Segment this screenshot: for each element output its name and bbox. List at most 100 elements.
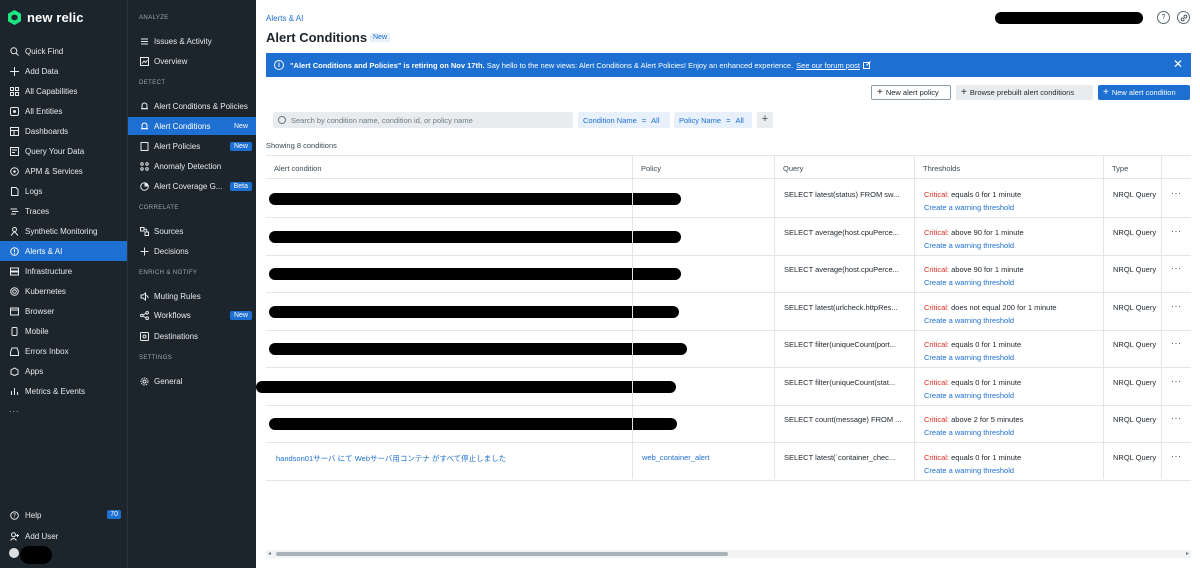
nav-item-dashboards[interactable]: Dashboards xyxy=(0,121,127,141)
query-text: SELECT average(host.cpuPerce... xyxy=(784,265,899,274)
table-row[interactable]: SELECT average(host.cpuPerce... Critical:… xyxy=(266,218,1191,256)
create-warning-threshold-link[interactable]: Create a warning threshold xyxy=(924,391,1014,400)
more-actions-icon[interactable]: ··· xyxy=(1171,413,1182,423)
scroll-left-arrow-icon[interactable]: ◂ xyxy=(268,550,271,558)
subnav-label: Decisions xyxy=(154,246,189,256)
add-user-icon xyxy=(9,531,20,542)
account-selector-redacted[interactable] xyxy=(995,12,1143,24)
subnav-overview[interactable]: Overview xyxy=(128,52,256,70)
column-type[interactable]: Type xyxy=(1103,156,1161,180)
nav-item-browser[interactable]: Browser xyxy=(0,301,127,321)
subnav-decisions[interactable]: Decisions xyxy=(128,242,256,260)
close-icon[interactable]: ✕ xyxy=(1173,58,1183,70)
column-thresholds[interactable]: Thresholds xyxy=(914,156,1103,180)
nav-label: Metrics & Events xyxy=(25,386,86,396)
create-warning-threshold-link[interactable]: Create a warning threshold xyxy=(924,278,1014,287)
forum-post-link[interactable]: See our forum post xyxy=(796,61,860,70)
create-warning-threshold-link[interactable]: Create a warning threshold xyxy=(924,241,1014,250)
nav-item-mobile[interactable]: Mobile xyxy=(0,321,127,341)
nav-item-all-capabilities[interactable]: All Capabilities xyxy=(0,81,127,101)
nav-label: Add Data xyxy=(25,66,59,76)
table-row[interactable]: SELECT filter(uniqueCount(stat... Critica… xyxy=(256,368,1191,406)
horizontal-scrollbar[interactable]: ◂ ▸ xyxy=(266,550,1191,558)
more-actions-icon[interactable]: ··· xyxy=(1171,263,1182,273)
new-relic-logo[interactable]: new relic xyxy=(8,10,84,25)
nav-item-synthetic-monitoring[interactable]: Synthetic Monitoring xyxy=(0,221,127,241)
avatar[interactable] xyxy=(9,548,19,558)
help-icon: ? xyxy=(9,510,20,521)
scrollbar-thumb[interactable] xyxy=(276,552,728,556)
table-row[interactable]: SELECT average(host.cpuPerce... Critical:… xyxy=(266,255,1191,293)
column-alert-condition[interactable]: Alert condition xyxy=(266,156,632,180)
scroll-right-arrow-icon[interactable]: ▸ xyxy=(1186,550,1189,558)
subnav-label: Anomaly Detection xyxy=(154,161,222,171)
create-warning-threshold-link[interactable]: Create a warning threshold xyxy=(924,316,1014,325)
destinations-icon xyxy=(139,331,149,341)
policy-name-filter[interactable]: Policy Name = All xyxy=(674,112,752,128)
more-actions-icon[interactable]: ··· xyxy=(1171,226,1182,236)
threshold-text: Critical: equals 0 for 1 minute xyxy=(924,190,1021,199)
redacted-condition-name xyxy=(269,230,681,243)
condition-name-link[interactable]: handson01サーバ にて Webサーバ用コンテナ がすべて停止しました xyxy=(276,453,636,464)
threshold-value: equals 0 for 1 minute xyxy=(951,452,1022,462)
table-row[interactable]: handson01サーバ にて Webサーバ用コンテナ がすべて停止しました we… xyxy=(266,443,1191,481)
nav-more-button[interactable]: ... xyxy=(9,404,20,414)
nav-item-add-data[interactable]: Add Data xyxy=(0,61,127,81)
nav-item-traces[interactable]: Traces xyxy=(0,201,127,221)
table-row[interactable]: SELECT filter(uniqueCount(port... Critica… xyxy=(266,330,1191,368)
more-actions-icon[interactable]: ··· xyxy=(1171,301,1182,311)
nav-item-query-your-data[interactable]: Query Your Data xyxy=(0,141,127,161)
table-row[interactable]: SELECT latest(urlcheck.httpRes... Critica… xyxy=(266,293,1191,331)
link-icon[interactable] xyxy=(1177,11,1190,24)
nav-item-alerts-ai[interactable]: Alerts & AI xyxy=(0,241,127,261)
subnav-muting-rules[interactable]: Muting Rules xyxy=(128,287,256,305)
breadcrumb[interactable]: Alerts & AI xyxy=(266,14,303,23)
nav-label: Browser xyxy=(25,306,55,316)
subnav-general[interactable]: General xyxy=(128,372,256,390)
nav-item-metrics-events[interactable]: Metrics & Events xyxy=(0,381,127,401)
more-actions-icon[interactable]: ··· xyxy=(1171,376,1182,386)
subnav-workflows[interactable]: Workflows New xyxy=(128,306,256,324)
nav-item-add-user[interactable]: Add User xyxy=(0,526,127,546)
create-warning-threshold-link[interactable]: Create a warning threshold xyxy=(924,428,1014,437)
policy-link[interactable]: web_container_alert xyxy=(642,453,710,462)
column-policy[interactable]: Policy xyxy=(632,156,774,180)
nav-item-kubernetes[interactable]: Kubernetes xyxy=(0,281,127,301)
more-actions-icon[interactable]: ··· xyxy=(1171,188,1182,198)
new-alert-policy-button[interactable]: + New alert policy xyxy=(871,85,951,100)
subnav-alert-policies[interactable]: Alert Policies New xyxy=(128,137,256,155)
nav-item-errors-inbox[interactable]: Errors Inbox xyxy=(0,341,127,361)
browse-prebuilt-button[interactable]: + Browse prebuilt alert conditions xyxy=(956,85,1093,100)
nav-item-apm-services[interactable]: APM & Services xyxy=(0,161,127,181)
table-row[interactable]: SELECT latest(status) FROM sw... Critical… xyxy=(266,180,1191,218)
add-filter-button[interactable]: + xyxy=(757,112,773,128)
subnav-sources[interactable]: Sources xyxy=(128,222,256,240)
redacted-condition-name xyxy=(269,193,681,205)
subnav-alert-coverage[interactable]: Alert Coverage G... Beta xyxy=(128,177,256,195)
subnav-label: Issues & Activity xyxy=(154,36,212,46)
subnav-issues-activity[interactable]: Issues & Activity xyxy=(128,32,256,50)
new-alert-condition-button[interactable]: + New alert condition xyxy=(1098,85,1190,100)
search-input[interactable]: Search by condition name, condition id, … xyxy=(273,112,573,128)
create-warning-threshold-link[interactable]: Create a warning threshold xyxy=(924,466,1014,475)
threshold-text: Critical: equals 0 for 1 minute xyxy=(924,378,1021,387)
nav-item-quick-find[interactable]: Quick Find xyxy=(0,41,127,61)
create-warning-threshold-link[interactable]: Create a warning threshold xyxy=(924,203,1014,212)
condition-name-filter[interactable]: Condition Name = All xyxy=(578,112,670,128)
column-query[interactable]: Query xyxy=(774,156,914,180)
nav-item-apps[interactable]: Apps xyxy=(0,361,127,381)
nav-item-logs[interactable]: Logs xyxy=(0,181,127,201)
help-count-badge: 70 xyxy=(107,510,121,519)
subnav-destinations[interactable]: Destinations xyxy=(128,327,256,345)
create-warning-threshold-link[interactable]: Create a warning threshold xyxy=(924,353,1014,362)
nav-item-all-entities[interactable]: All Entities xyxy=(0,101,127,121)
more-actions-icon[interactable]: ··· xyxy=(1171,451,1182,461)
query-text: SELECT latest(urlcheck.httpRes... xyxy=(784,302,898,312)
help-icon[interactable]: ? xyxy=(1157,11,1170,24)
subnav-alert-conditions[interactable]: Alert Conditions New xyxy=(128,117,256,135)
table-row[interactable]: SELECT count(message) FROM ... Critical: … xyxy=(266,405,1191,443)
nav-item-infrastructure[interactable]: Infrastructure xyxy=(0,261,127,281)
subnav-anomaly-detection[interactable]: Anomaly Detection xyxy=(128,157,256,175)
more-actions-icon[interactable]: ··· xyxy=(1171,338,1182,348)
subnav-alert-conditions-policies[interactable]: Alert Conditions & Policies xyxy=(128,97,256,115)
